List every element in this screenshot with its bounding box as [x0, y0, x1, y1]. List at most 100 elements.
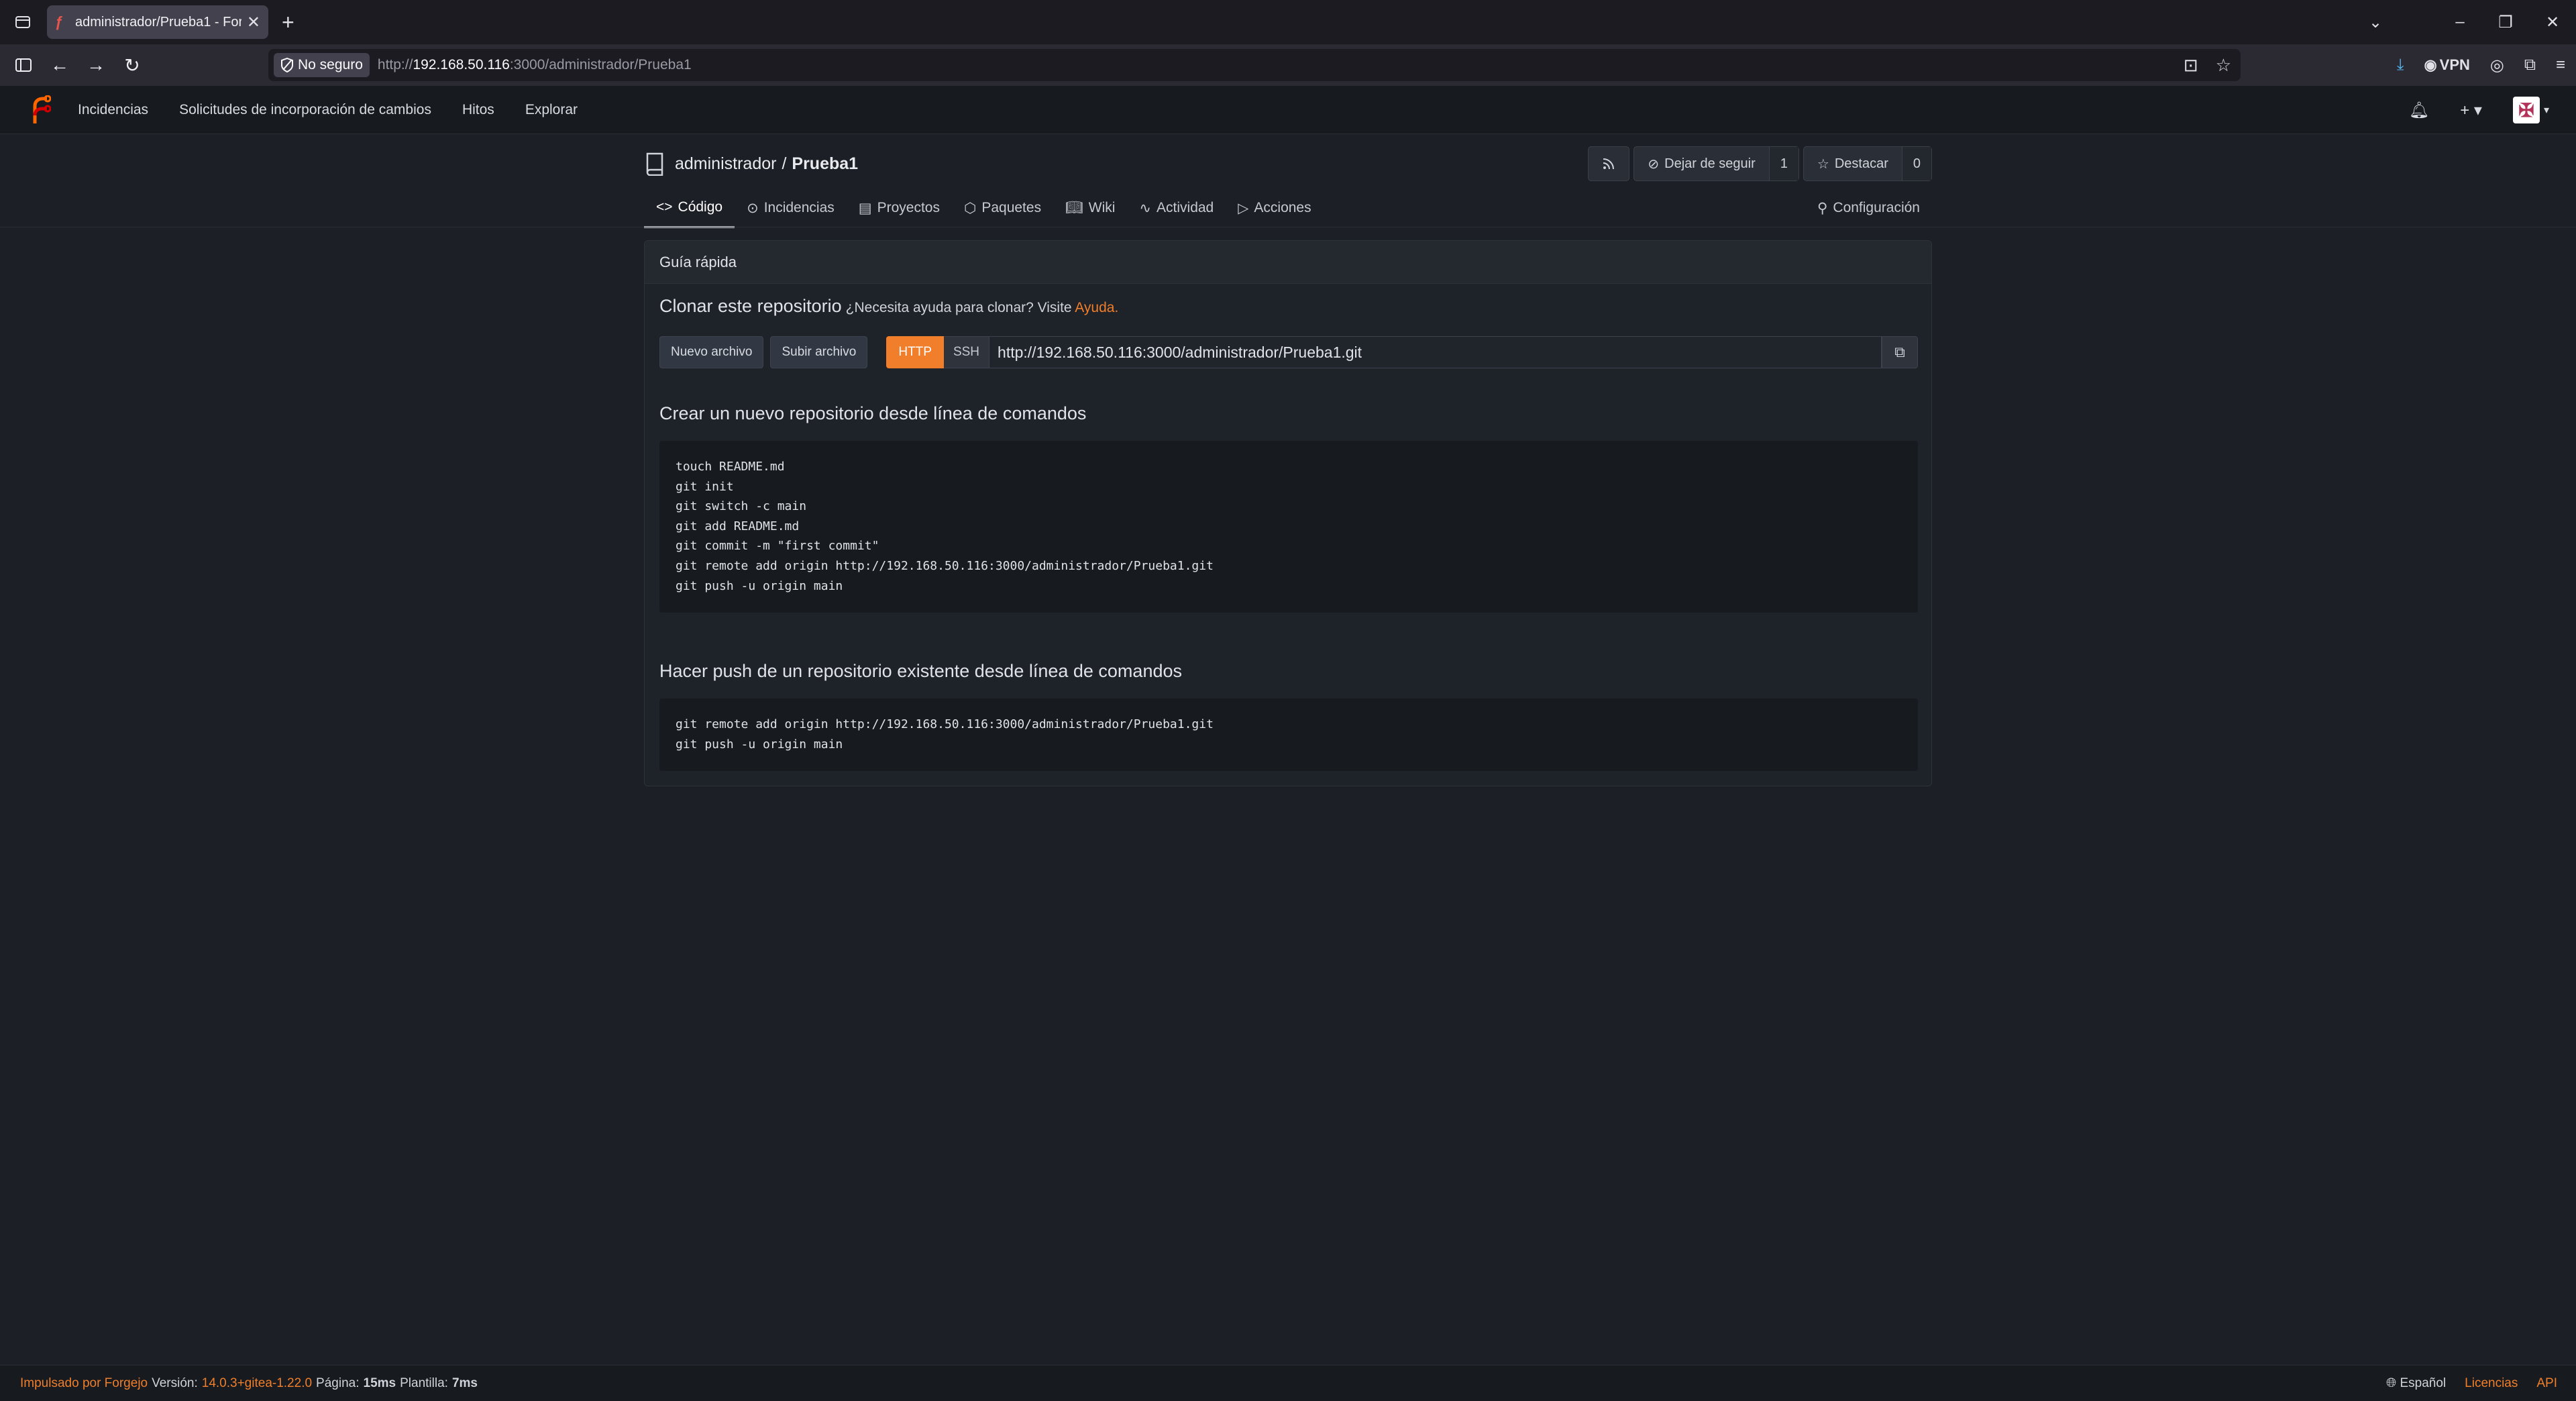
page-footer: Impulsado por Forgejo Versión: 14.0.3+gi… — [0, 1365, 2576, 1401]
code-line: touch README.md — [676, 460, 785, 474]
tab-wiki[interactable]: 📖︎ Wiki — [1053, 188, 1127, 228]
forgejo-main-nav: Incidencias Solicitudes de incorporación… — [78, 102, 578, 118]
http-button[interactable]: HTTP — [886, 336, 944, 368]
star-icon: ☆ — [1817, 156, 1829, 172]
code-line: git switch -c main — [676, 499, 807, 514]
vpn-icon: ◉ — [2424, 56, 2437, 73]
code-icon: <> — [656, 199, 673, 215]
caret-down-icon: ▾ — [2543, 105, 2549, 116]
code-line: git remote add origin http://192.168.50.… — [676, 717, 1214, 731]
reload-icon[interactable]: ↻ — [114, 48, 150, 82]
globe-icon: 🌐︎ — [2386, 1376, 2397, 1390]
code-line: git add README.md — [676, 519, 800, 533]
avatar: ✠ — [2512, 97, 2540, 123]
issue-circle-icon: ⊙ — [747, 200, 759, 216]
help-link[interactable]: Ayuda — [1075, 300, 1114, 315]
tools-icon: ⚲ — [1817, 200, 1828, 216]
tab-code[interactable]: <> Código — [644, 188, 735, 228]
tab-issues[interactable]: ⊙ Incidencias — [735, 188, 847, 228]
code-line: git push -u origin main — [676, 737, 843, 751]
sidebar-toggle-icon[interactable] — [5, 48, 42, 82]
clone-url-input[interactable]: http://192.168.50.116:3000/administrador… — [989, 336, 1882, 368]
clone-section-title: Clonar este repositorio ¿Necesita ayuda p… — [659, 296, 1119, 316]
new-tab-icon[interactable]: + — [282, 10, 294, 35]
upload-file-button[interactable]: Subir archivo — [770, 336, 868, 368]
notifications-bell-icon[interactable]: 🔔︎ — [2409, 101, 2429, 120]
tab-settings[interactable]: ⚲ Configuración — [1805, 188, 1932, 228]
security-badge[interactable]: No seguro — [274, 53, 370, 77]
extensions-icon[interactable]: ⧉ — [2524, 56, 2536, 74]
api-link[interactable]: API — [2536, 1376, 2557, 1391]
project-board-icon: ▤ — [858, 200, 872, 216]
code-line: git push -u origin main — [676, 578, 843, 593]
version-label: Versión: — [152, 1376, 198, 1390]
tab-actions[interactable]: ▷ Acciones — [1226, 188, 1323, 228]
package-icon: ⬡ — [963, 200, 977, 216]
downloads-icon[interactable]: ⤓ — [2397, 56, 2404, 74]
nav-hitos[interactable]: Hitos — [462, 102, 494, 118]
forgejo-logo-icon[interactable] — [27, 94, 54, 126]
address-bar[interactable]: No seguro http://192.168.50.116:3000/adm… — [268, 49, 2241, 81]
create-new-plus-icon[interactable]: + ▾ — [2460, 101, 2482, 120]
vpn-button[interactable]: ◉ VPN — [2424, 56, 2469, 74]
repo-title: administrador / Prueba1 — [644, 150, 858, 177]
nav-explorar[interactable]: Explorar — [525, 102, 578, 118]
url-text[interactable]: http://192.168.50.116:3000/administrador… — [378, 57, 692, 73]
push-code-block[interactable]: git remote add origin http://192.168.50.… — [659, 698, 1918, 771]
repo-owner-link[interactable]: administrador — [675, 154, 776, 174]
new-repo-code-block[interactable]: touch README.md git init git switch -c m… — [659, 441, 1918, 613]
menu-icon[interactable]: ≡ — [2556, 56, 2565, 74]
tab-packages[interactable]: ⬡ Paquetes — [952, 188, 1053, 228]
reader-view-icon[interactable]: ⊡ — [2184, 55, 2198, 76]
minimize-icon[interactable]: – — [2436, 0, 2483, 44]
user-menu[interactable]: ✠ ▾ — [2512, 97, 2549, 123]
tab-projects[interactable]: ▤ Proyectos — [847, 188, 952, 228]
close-tab-icon[interactable]: ✕ — [247, 13, 260, 32]
template-time: 7ms — [451, 1376, 478, 1390]
page-time: 15ms — [363, 1376, 396, 1390]
new-file-button[interactable]: Nuevo archivo — [659, 336, 764, 368]
protocol-switch: HTTP SSH — [886, 336, 990, 368]
close-window-icon[interactable]: ✕ — [2529, 0, 2576, 44]
back-icon[interactable]: ← — [42, 48, 78, 82]
forward-icon[interactable]: → — [78, 48, 114, 82]
quick-guide-panel: Guía rápida Clonar este repositorio ¿Nece… — [644, 240, 1932, 786]
play-circle-icon: ▷ — [1238, 200, 1249, 216]
account-icon[interactable]: ◎ — [2490, 56, 2504, 75]
security-label: No seguro — [298, 57, 363, 72]
nav-incidencias[interactable]: Incidencias — [78, 102, 148, 118]
repo-separator: / — [782, 154, 787, 173]
star-count[interactable]: 0 — [1901, 147, 1931, 180]
watch-count[interactable]: 1 — [1768, 147, 1799, 180]
tab-activity[interactable]: ∿ Actividad — [1127, 188, 1226, 228]
new-repo-section-title: Crear un nuevo repositorio desde línea d… — [659, 403, 1087, 423]
unwatch-button[interactable]: ⊘ Dejar de seguir 1 — [1633, 146, 1799, 181]
nav-pull-requests[interactable]: Solicitudes de incorporación de cambios — [179, 102, 431, 118]
code-line: git remote add origin http://192.168.50.… — [676, 558, 1214, 573]
licenses-link[interactable]: Licencias — [2465, 1376, 2518, 1391]
ssh-button[interactable]: SSH — [943, 336, 990, 368]
browser-tab-title: administrador/Prueba1 - Forgejo — [75, 14, 241, 30]
forgejo-header: Incidencias Solicitudes de incorporación… — [0, 86, 2576, 134]
tab-list-icon[interactable] — [7, 6, 39, 38]
eye-slash-icon: ⊘ — [1648, 156, 1660, 172]
bookmark-star-icon[interactable]: ☆ — [2216, 55, 2231, 76]
book-icon: 📖︎ — [1065, 200, 1083, 215]
browser-nav-bar: ← → ↻ No seguro http://192.168.50.116:30… — [0, 44, 2576, 86]
page-time-label: Página: — [316, 1376, 360, 1390]
browser-tab[interactable]: ƒ administrador/Prueba1 - Forgejo ✕ — [47, 5, 268, 39]
repo-name-link[interactable]: Prueba1 — [792, 154, 858, 174]
star-button[interactable]: ☆ Destacar 0 — [1803, 146, 1932, 181]
browser-tab-bar: ƒ administrador/Prueba1 - Forgejo ✕ + ⌄ … — [0, 0, 2576, 44]
chevron-down-icon[interactable]: ⌄ — [2352, 0, 2399, 44]
quick-guide-header: Guía rápida — [645, 241, 1931, 284]
language-selector[interactable]: 🌐︎ Español — [2386, 1376, 2446, 1391]
powered-by-link[interactable]: Impulsado por Forgejo — [20, 1376, 148, 1391]
code-line: git commit -m "first commit" — [676, 539, 879, 554]
pulse-icon: ∿ — [1139, 200, 1152, 216]
unwatch-label: Dejar de seguir — [1664, 156, 1756, 171]
version-link[interactable]: 14.0.3+gitea-1.22.0 — [202, 1376, 312, 1391]
copy-icon[interactable]: ⧉ — [1882, 336, 1918, 368]
rss-feed-button[interactable] — [1588, 146, 1630, 181]
restore-icon[interactable]: ❐ — [2482, 0, 2529, 44]
